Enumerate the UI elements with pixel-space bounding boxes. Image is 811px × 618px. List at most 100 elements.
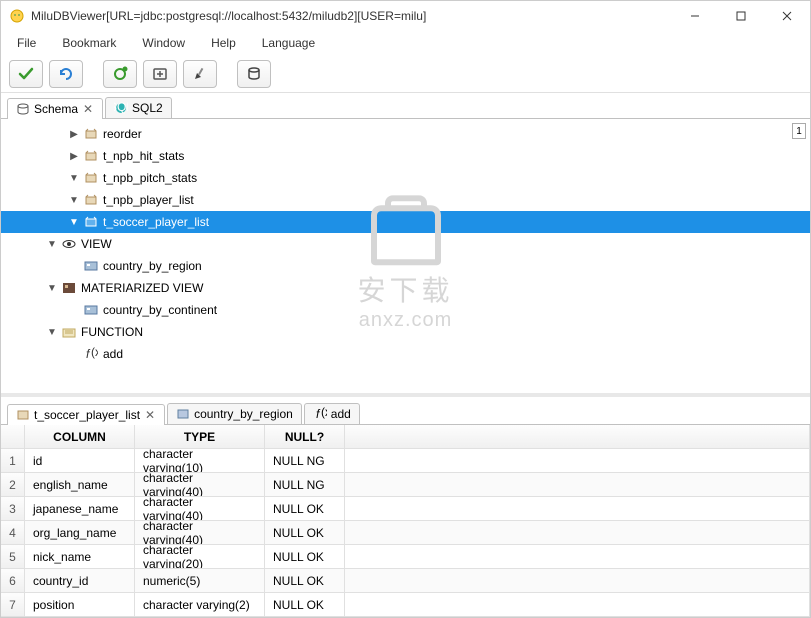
tree-twisty-icon[interactable]: ▼ (45, 327, 59, 338)
table-row[interactable]: 7positioncharacter varying(2)NULL OK (1, 593, 810, 617)
tree-row[interactable]: ▼ FUNCTION (1, 321, 810, 343)
cell-column[interactable]: country_id (25, 569, 135, 592)
tree-label: reorder (103, 127, 150, 141)
table-row[interactable]: 2english_namecharacter varying(40)NULL N… (1, 473, 810, 497)
paint-button[interactable] (183, 60, 217, 88)
commit-button[interactable] (9, 60, 43, 88)
tree-row[interactable]: ▶ reorder (1, 123, 810, 145)
tab-label: Schema (34, 102, 78, 116)
cell-column[interactable]: nick_name (25, 545, 135, 568)
tab-label: country_by_region (194, 407, 293, 421)
tree-twisty-icon[interactable]: ▼ (67, 173, 81, 184)
cell-null[interactable]: NULL OK (265, 521, 345, 544)
table-row[interactable]: 5nick_namecharacter varying(20)NULL OK (1, 545, 810, 569)
tree-label: country_by_continent (103, 303, 225, 317)
cell-spacer (345, 473, 810, 496)
cell-type[interactable]: character varying(10) (135, 449, 265, 472)
tab-country-by-region[interactable]: country_by_region (167, 403, 302, 424)
tree-row[interactable]: ▶ t_npb_hit_stats (1, 145, 810, 167)
menu-help[interactable]: Help (207, 34, 240, 52)
tree-twisty-icon[interactable]: ▶ (67, 129, 81, 140)
cell-null[interactable]: NULL OK (265, 569, 345, 592)
grid-header-row: - COLUMN TYPE NULL? (1, 425, 810, 449)
table-row[interactable]: 3japanese_namecharacter varying(40)NULL … (1, 497, 810, 521)
menu-file[interactable]: File (13, 34, 40, 52)
table-row[interactable]: 4org_lang_namecharacter varying(40)NULL … (1, 521, 810, 545)
table-icon (83, 192, 99, 208)
tree-row[interactable]: ▼MATERIARIZED VIEW (1, 277, 810, 299)
cell-null[interactable]: NULL OK (265, 545, 345, 568)
tree-row[interactable]: country_by_region (1, 255, 810, 277)
tab-label: t_soccer_player_list (34, 408, 140, 422)
row-number: 2 (1, 473, 25, 496)
tree-twisty-icon[interactable]: ▼ (67, 195, 81, 206)
close-button[interactable] (764, 1, 810, 31)
maximize-button[interactable] (718, 1, 764, 31)
rollback-button[interactable] (49, 60, 83, 88)
cell-type[interactable]: character varying(2) (135, 593, 265, 616)
cell-type[interactable]: numeric(5) (135, 569, 265, 592)
table-icon (83, 214, 99, 230)
menu-language[interactable]: Language (258, 34, 319, 52)
mview-icon (61, 280, 77, 296)
tree-row[interactable]: ▼ t_npb_pitch_stats (1, 167, 810, 189)
tab-close-icon[interactable]: ✕ (82, 103, 94, 115)
header-column[interactable]: COLUMN (25, 425, 135, 448)
tab-t-soccer-player-list[interactable]: t_soccer_player_list ✕ (7, 404, 165, 425)
cell-type[interactable]: character varying(40) (135, 497, 265, 520)
minimize-button[interactable] (672, 1, 718, 31)
cell-type[interactable]: character varying(20) (135, 545, 265, 568)
cell-column[interactable]: english_name (25, 473, 135, 496)
cell-null[interactable]: NULL NG (265, 449, 345, 472)
tree-label: t_soccer_player_list (103, 215, 217, 229)
database-button[interactable] (237, 60, 271, 88)
cell-column[interactable]: position (25, 593, 135, 616)
tree-twisty-icon[interactable]: ▼ (45, 283, 59, 294)
sql-icon: SQL (114, 101, 128, 115)
tree-row[interactable]: f(x)add (1, 343, 810, 365)
tree-row[interactable]: ▼VIEW (1, 233, 810, 255)
schema-tree[interactable]: ▶ reorder ▶ t_npb_hit_stats ▼ t_npb_pitch_sta… (1, 119, 810, 393)
cell-column[interactable]: org_lang_name (25, 521, 135, 544)
tab-add[interactable]: f(x) add (304, 403, 360, 424)
refresh-button[interactable] (103, 60, 137, 88)
header-null[interactable]: NULL? (265, 425, 345, 448)
tree-twisty-icon[interactable]: ▼ (45, 239, 59, 250)
cell-column[interactable]: japanese_name (25, 497, 135, 520)
table-row[interactable]: 6country_idnumeric(5)NULL OK (1, 569, 810, 593)
tree-twisty-icon[interactable]: ▼ (67, 217, 81, 228)
upper-tab-bar: Schema ✕ SQL SQL2 (1, 93, 810, 119)
cell-type[interactable]: character varying(40) (135, 473, 265, 496)
new-tab-button[interactable] (143, 60, 177, 88)
svg-text:(x): (x) (91, 347, 98, 359)
table-icon (16, 408, 30, 422)
tree-label: t_npb_pitch_stats (103, 171, 205, 185)
menu-bookmark[interactable]: Bookmark (58, 34, 120, 52)
tree-label: FUNCTION (81, 325, 151, 339)
cell-null[interactable]: NULL OK (265, 593, 345, 616)
tab-close-icon[interactable]: ✕ (144, 409, 156, 421)
tree-row[interactable]: country_by_continent (1, 299, 810, 321)
view-icon (176, 407, 190, 421)
tab-sql2[interactable]: SQL SQL2 (105, 97, 172, 118)
scroll-indicator[interactable]: 1 (792, 123, 806, 139)
cell-null[interactable]: NULL NG (265, 473, 345, 496)
cell-null[interactable]: NULL OK (265, 497, 345, 520)
cell-spacer (345, 569, 810, 592)
tree-label: t_npb_hit_stats (103, 149, 192, 163)
header-type[interactable]: TYPE (135, 425, 265, 448)
tree-row[interactable]: ▼ t_soccer_player_list (1, 211, 810, 233)
row-number: 4 (1, 521, 25, 544)
cell-spacer (345, 521, 810, 544)
menu-window[interactable]: Window (138, 34, 189, 52)
title-bar: MiluDBViewer[URL=jdbc:postgresql://local… (1, 1, 810, 31)
header-rownum[interactable]: - (1, 425, 25, 448)
app-window: MiluDBViewer[URL=jdbc:postgresql://local… (0, 0, 811, 618)
tree-row[interactable]: ▼t_npb_player_list (1, 189, 810, 211)
cell-column[interactable]: id (25, 449, 135, 472)
tab-label: SQL2 (132, 101, 163, 115)
tree-twisty-icon[interactable]: ▶ (67, 151, 81, 162)
cell-type[interactable]: character varying(40) (135, 521, 265, 544)
tab-schema[interactable]: Schema ✕ (7, 98, 103, 119)
table-row[interactable]: 1idcharacter varying(10)NULL NG (1, 449, 810, 473)
